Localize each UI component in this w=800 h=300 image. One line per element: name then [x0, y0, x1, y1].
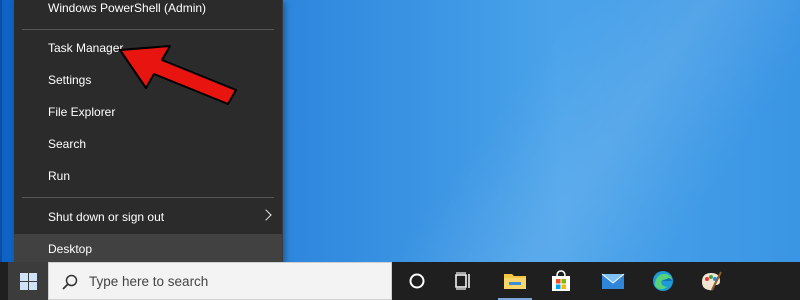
cortana-icon [409, 273, 425, 289]
task-view-icon [455, 272, 470, 290]
mail-icon [601, 273, 625, 289]
menu-item-search[interactable]: Search [14, 129, 282, 159]
menu-separator [22, 197, 274, 198]
menu-item-desktop[interactable]: Desktop [14, 234, 282, 264]
cortana-button[interactable] [394, 262, 440, 300]
menu-item-powershell-admin[interactable]: Windows PowerShell (Admin) [14, 0, 282, 23]
menu-item-label: File Explorer [48, 105, 116, 119]
paint-taskbar-button[interactable] [688, 262, 734, 300]
file-explorer-icon [504, 274, 526, 289]
file-explorer-taskbar-button[interactable] [492, 262, 538, 300]
start-button[interactable] [8, 262, 48, 300]
menu-item-label: Windows PowerShell (Admin) [48, 1, 207, 15]
menu-item-label: Desktop [48, 242, 93, 256]
menu-item-label: Search [48, 137, 87, 151]
menu-item-label: Shut down or sign out [48, 210, 165, 224]
menu-item-label: Run [48, 169, 71, 183]
edge-taskbar-button[interactable] [640, 262, 686, 300]
search-placeholder: Type here to search [89, 274, 209, 289]
windows-start-icon [19, 272, 37, 290]
task-view-button[interactable] [440, 262, 486, 300]
menu-item-label: Task Manager [48, 41, 124, 55]
menu-item-run[interactable]: Run [14, 161, 282, 191]
microsoft-store-taskbar-button[interactable] [538, 262, 584, 300]
annotation-arrow-icon [119, 45, 237, 105]
taskbar: Type here to search [0, 262, 800, 300]
edge-icon [653, 271, 673, 291]
paint-icon [702, 271, 722, 291]
microsoft-store-icon [552, 270, 570, 291]
menu-item-shut-down[interactable]: Shut down or sign out [14, 202, 282, 232]
taskbar-search-box[interactable]: Type here to search [48, 262, 392, 300]
menu-item-label: Settings [48, 73, 92, 87]
menu-separator [22, 29, 274, 30]
chevron-right-icon [260, 209, 272, 221]
search-icon [62, 274, 78, 290]
mail-taskbar-button[interactable] [590, 262, 636, 300]
desktop-edge [0, 0, 2, 262]
